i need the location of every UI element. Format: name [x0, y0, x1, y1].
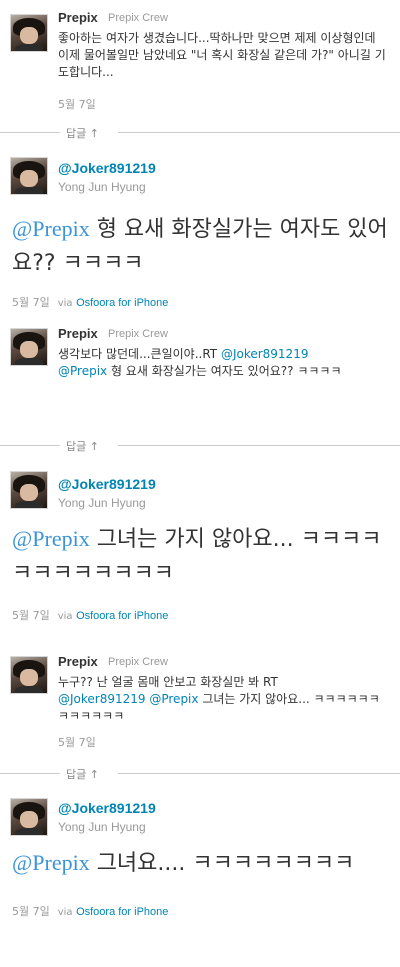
reply-link[interactable]: 답글 ↑ — [62, 125, 103, 141]
avatar[interactable] — [10, 157, 48, 195]
via-label: via — [57, 611, 73, 622]
avatar[interactable] — [10, 471, 48, 509]
mention-link[interactable]: @Joker891219 — [221, 347, 309, 361]
tweet-author-handle[interactable]: @Joker891219 — [58, 800, 156, 816]
tweet-author-crew: Prepix Crew — [108, 656, 168, 668]
client-link[interactable]: Osfoora for iPhone — [76, 610, 168, 622]
tweet-text-body: 누구?? 난 얼굴 몸매 안보고 화장실만 봐 RT — [58, 675, 278, 689]
tweet-text: 생각보다 많던데...큰일이야..RT @Joker891219 @Prepix … — [58, 346, 388, 380]
tweet-meta: 5월 7일 via Osfoora for iPhone — [12, 294, 168, 310]
tweet-text: @Prepix 그녀는 가지 않아요... ㅋㅋㅋㅋㅋㅋㅋㅋㅋㅋㅋㅋ — [12, 522, 388, 591]
mention-link[interactable]: @Prepix — [149, 692, 198, 706]
tweet-date[interactable]: 5월 7일 — [12, 905, 50, 918]
tweet-date[interactable]: 5월 7일 — [12, 296, 50, 309]
tweet-text-body: 생각보다 많던데...큰일이야..RT — [58, 347, 221, 361]
tweet-author-crew: Prepix Crew — [108, 12, 168, 24]
reply-link[interactable]: 답글 ↑ — [62, 438, 103, 454]
tweet-date[interactable]: 5월 7일 — [58, 96, 96, 112]
tweet-meta: 5월 7일 via Osfoora for iPhone — [12, 607, 168, 623]
tweet-author-name[interactable]: Prepix — [58, 10, 98, 25]
via-label: via — [57, 907, 73, 918]
tweet-author-fullname: Yong Jun Hyung — [58, 180, 146, 194]
client-link[interactable]: Osfoora for iPhone — [76, 906, 168, 918]
tweet-date[interactable]: 5월 7일 — [58, 734, 96, 750]
tweet-text-body: 형 요새 화장실가는 여자도 있어요?? ㅋㅋㅋㅋ — [107, 364, 342, 378]
mention-link[interactable]: @Prepix — [12, 526, 90, 551]
avatar[interactable] — [10, 798, 48, 836]
tweet-author-fullname: Yong Jun Hyung — [58, 496, 146, 510]
avatar[interactable] — [10, 14, 48, 52]
reply-divider: 답글 ↑ — [0, 125, 400, 141]
tweet-author-crew: Prepix Crew — [108, 328, 168, 340]
tweet-author-name[interactable]: Prepix — [58, 654, 98, 669]
mention-link[interactable]: @Prepix — [58, 364, 107, 378]
tweet-author-fullname: Yong Jun Hyung — [58, 820, 146, 834]
tweet-date[interactable]: 5월 7일 — [12, 609, 50, 622]
tweet-author-handle[interactable]: @Joker891219 — [58, 160, 156, 176]
client-link[interactable]: Osfoora for iPhone — [76, 297, 168, 309]
mention-link[interactable]: @Prepix — [12, 850, 90, 875]
reply-divider: 답글 ↑ — [0, 438, 400, 454]
tweet-author-name[interactable]: Prepix — [58, 326, 98, 341]
tweet-author-handle[interactable]: @Joker891219 — [58, 476, 156, 492]
tweet-text: 누구?? 난 얼굴 몸매 안보고 화장실만 봐 RT @Joker891219 … — [58, 674, 388, 725]
tweet-text: @Prepix 형 요새 화장실가는 여자도 있어요?? ㅋㅋㅋㅋ — [12, 212, 388, 281]
tweet-text: @Prepix 그녀요.... ㅋㅋㅋㅋㅋㅋㅋㅋ — [12, 846, 388, 881]
reply-link[interactable]: 답글 ↑ — [62, 766, 103, 782]
via-label: via — [57, 298, 73, 309]
tweet-meta: 5월 7일 via Osfoora for iPhone — [12, 903, 168, 919]
avatar[interactable] — [10, 328, 48, 366]
avatar[interactable] — [10, 656, 48, 694]
mention-link[interactable]: @Joker891219 — [58, 692, 146, 706]
tweet-text-body: 그녀요.... ㅋㅋㅋㅋㅋㅋㅋㅋ — [89, 851, 355, 876]
reply-divider: 답글 ↑ — [0, 766, 400, 782]
tweet-text: 좋아하는 여자가 생겼습니다...딱하나만 맞으면 제제 이상형인데 이제 물어… — [58, 31, 386, 79]
mention-link[interactable]: @Prepix — [12, 216, 90, 241]
